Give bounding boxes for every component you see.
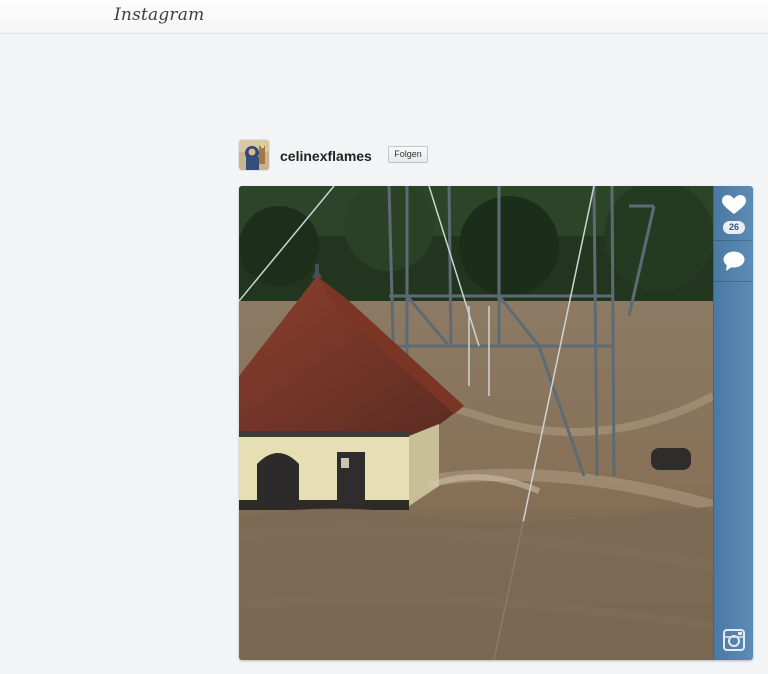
top-bar: Instagram bbox=[0, 0, 768, 34]
avatar[interactable] bbox=[239, 140, 269, 170]
comment-icon bbox=[723, 251, 745, 271]
photo-card: 26 bbox=[239, 186, 753, 660]
heart-icon bbox=[722, 195, 746, 214]
like-button[interactable]: 26 bbox=[714, 186, 753, 241]
comment-button[interactable] bbox=[714, 241, 753, 282]
like-count: 26 bbox=[723, 221, 745, 234]
username-link[interactable]: celinexflames bbox=[280, 148, 372, 164]
action-rail: 26 bbox=[713, 186, 753, 660]
instagram-logo[interactable]: Instagram bbox=[114, 5, 204, 25]
post-photo bbox=[239, 186, 713, 660]
camera-icon bbox=[723, 629, 745, 651]
camera-button[interactable] bbox=[723, 629, 745, 656]
follow-button[interactable]: Folgen bbox=[388, 146, 428, 163]
